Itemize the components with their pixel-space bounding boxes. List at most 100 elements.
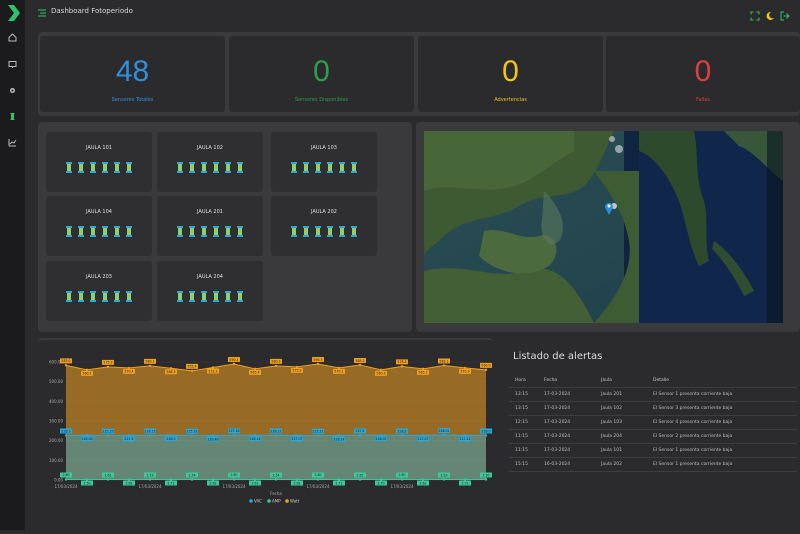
stat-label: Fallas	[606, 97, 800, 103]
stat-value: 48	[40, 56, 225, 88]
sensor-icon[interactable]	[225, 291, 231, 302]
sensor-icon[interactable]	[303, 162, 309, 173]
data-label: 2.71	[335, 481, 342, 485]
sensor-icon[interactable]	[177, 291, 183, 302]
data-label: 227.4	[355, 429, 364, 433]
table-row[interactable]: 12:1517-03-2024Jaula 103El Sensor 4 pres…	[509, 415, 797, 429]
sensor-icon[interactable]	[303, 226, 309, 237]
table-row[interactable]: 15:1516-03-2024Jaula 202El Sensor 1 pres…	[509, 457, 797, 471]
table-cell: Jaula 204	[601, 429, 653, 443]
sensor-icon[interactable]	[126, 226, 132, 237]
fullscreen-icon[interactable]	[750, 6, 760, 16]
cage-card[interactable]: JAULA 101	[46, 132, 152, 192]
sensor-icon[interactable]	[66, 162, 72, 173]
theme-toggle-icon[interactable]	[765, 6, 775, 16]
data-label: 2.62	[293, 481, 300, 485]
table-row[interactable]: 11:1517-03-2024Jaula 204El Sensor 2 pres…	[509, 429, 797, 443]
sensor-icon[interactable]	[7, 111, 18, 122]
logo-chevron-icon[interactable]	[6, 5, 20, 21]
stat-value: 0	[229, 56, 414, 88]
sensor-icon[interactable]	[315, 162, 321, 173]
table-cell: 13:15	[509, 387, 544, 401]
data-label: 570.4	[124, 370, 133, 374]
sensor-icon[interactable]	[189, 226, 195, 237]
sensor-icon[interactable]	[225, 162, 231, 173]
table-row[interactable]: 11:1517-03-2024Jaula 101El Sensor 1 pres…	[509, 443, 797, 457]
sensor-icon[interactable]	[102, 162, 108, 173]
cage-card[interactable]: JAULA 102	[157, 132, 263, 192]
table-row[interactable]: 13:1517-03-2024Jaula 102El Sensor 3 pres…	[509, 401, 797, 415]
sensor-icon[interactable]	[66, 226, 72, 237]
sensor-icon[interactable]	[177, 226, 183, 237]
sensor-icon[interactable]	[201, 162, 207, 173]
cage-card[interactable]: JAULA 203	[46, 261, 152, 321]
home-icon[interactable]	[7, 32, 18, 43]
chart-icon[interactable]	[7, 137, 18, 148]
table-cell: 16-03-2024	[544, 457, 601, 471]
menu-icon[interactable]	[37, 8, 47, 18]
monitor-icon[interactable]	[7, 59, 18, 70]
sensor-icon[interactable]	[102, 226, 108, 237]
sensor-icon[interactable]	[351, 226, 357, 237]
sensor-icon[interactable]	[351, 162, 357, 173]
sensor-icon[interactable]	[78, 162, 84, 173]
cage-card[interactable]: JAULA 202	[271, 196, 377, 256]
sensor-icon[interactable]	[102, 291, 108, 302]
sensor-icon[interactable]	[90, 162, 96, 173]
legend-label: VAC	[254, 499, 262, 504]
table-cell: 11:15	[509, 443, 544, 457]
logout-icon[interactable]	[780, 6, 790, 16]
table-row[interactable]: 13:1517-03-2024Jaula 201El Sensor 1 pres…	[509, 387, 797, 401]
column-header: Fecha	[544, 375, 601, 387]
sensor-icon[interactable]	[201, 291, 207, 302]
data-point	[65, 364, 67, 366]
data-label: 583.0	[61, 359, 70, 363]
y-tick-label: 100.00	[49, 458, 63, 463]
sensor-icon[interactable]	[177, 162, 183, 173]
sensor-icon[interactable]	[78, 226, 84, 237]
cage-card[interactable]: JAULA 103	[271, 132, 377, 192]
sensor-icon[interactable]	[189, 162, 195, 173]
data-label: 226.15	[144, 429, 155, 433]
sensor-icon[interactable]	[237, 226, 243, 237]
sensor-icon[interactable]	[189, 291, 195, 302]
stat-card-warnings: 0 Advertencias	[418, 36, 603, 112]
sensor-icon[interactable]	[213, 291, 219, 302]
sensor-icon[interactable]	[237, 291, 243, 302]
cage-card[interactable]: JAULA 201	[157, 196, 263, 256]
sensor-icon[interactable]	[339, 226, 345, 237]
sensor-icon[interactable]	[291, 226, 297, 237]
stat-label: Advertencias	[418, 97, 603, 103]
cage-title: JAULA 204	[157, 274, 263, 280]
sensor-icon[interactable]	[201, 226, 207, 237]
sensor-icon[interactable]	[66, 291, 72, 302]
cage-title: JAULA 104	[46, 209, 152, 215]
gear-icon[interactable]	[7, 85, 18, 96]
satellite-map[interactable]	[424, 131, 783, 323]
sensor-icon[interactable]	[327, 162, 333, 173]
sensor-icon[interactable]	[225, 226, 231, 237]
sensor-icon[interactable]	[90, 226, 96, 237]
data-label: 226.48	[207, 437, 218, 441]
sensor-icon[interactable]	[114, 291, 120, 302]
data-label: 2.80	[314, 473, 321, 477]
sensor-icon[interactable]	[315, 226, 321, 237]
cage-card[interactable]: JAULA 204	[157, 261, 263, 321]
x-tick-label: 17/03/2024	[390, 484, 414, 489]
cage-card[interactable]: JAULA 104	[46, 196, 152, 256]
sensor-icon[interactable]	[213, 162, 219, 173]
sensor-icon[interactable]	[213, 226, 219, 237]
sensor-icon[interactable]	[339, 162, 345, 173]
table-cell: El Sensor 1 presenta corriente baja	[653, 457, 797, 471]
sensor-icon[interactable]	[126, 162, 132, 173]
map-marker-icon[interactable]	[604, 201, 614, 215]
sensor-icon[interactable]	[327, 226, 333, 237]
sensor-icon[interactable]	[114, 162, 120, 173]
sensor-icon[interactable]	[126, 291, 132, 302]
sensor-icon[interactable]	[237, 162, 243, 173]
sensor-icon[interactable]	[291, 162, 297, 173]
sensor-icon[interactable]	[114, 226, 120, 237]
sensor-icon[interactable]	[90, 291, 96, 302]
data-label: 2.50	[482, 473, 489, 477]
sensor-icon[interactable]	[78, 291, 84, 302]
